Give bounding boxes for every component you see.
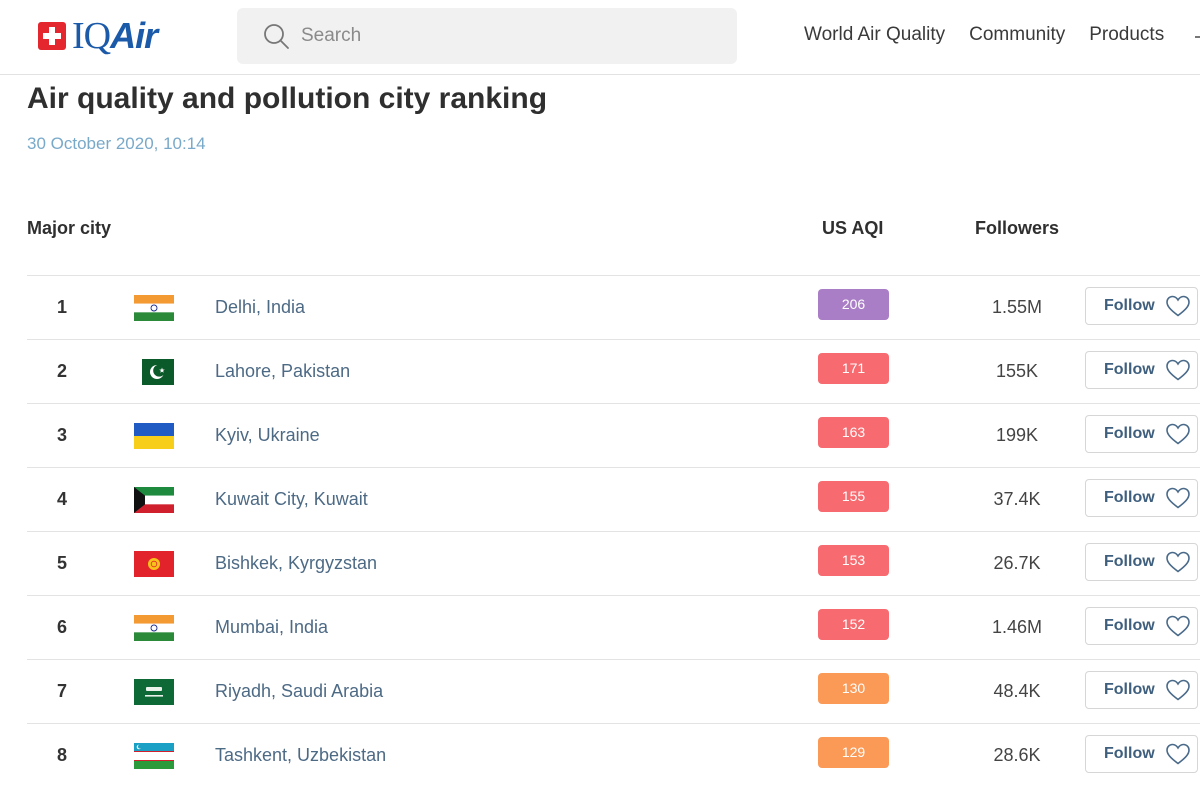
aqi-badge: 129 <box>818 737 889 768</box>
aqi-badge: 163 <box>818 417 889 448</box>
follow-button[interactable]: Follow <box>1085 351 1198 389</box>
top-navigation-bar: IQAir World Air Quality Community Produc… <box>0 0 1200 75</box>
table-row: 3 Kyiv, Ukraine 163 199K Follow <box>27 403 1200 467</box>
aqi-badge: 206 <box>818 289 889 320</box>
follow-label: Follow <box>1104 361 1155 378</box>
logo-text-iq: IQ <box>72 15 111 57</box>
heart-icon <box>1165 295 1190 317</box>
follow-label: Follow <box>1104 745 1155 762</box>
iqair-logo[interactable]: IQ Air <box>38 15 158 57</box>
rank-number: 1 <box>56 297 67 317</box>
followers-count: 37.4K <box>993 489 1041 509</box>
follow-button[interactable]: Follow <box>1085 543 1198 581</box>
rank-number: 3 <box>56 425 67 445</box>
rank-number: 8 <box>56 745 67 765</box>
rank-number: 5 <box>56 553 67 573</box>
heart-icon <box>1165 615 1190 637</box>
heart-icon <box>1165 423 1190 445</box>
search-box[interactable] <box>237 8 737 64</box>
heart-icon <box>1165 487 1190 509</box>
aqi-badge: 130 <box>818 673 889 704</box>
rank-number: 6 <box>56 617 67 637</box>
followers-count: 1.46M <box>991 617 1043 637</box>
heart-icon <box>1165 743 1190 765</box>
follow-button[interactable]: Follow <box>1085 607 1198 645</box>
table-row: 4 Kuwait City, Kuwait 155 37.4K Follow <box>27 467 1200 531</box>
follow-button[interactable]: Follow <box>1085 479 1198 517</box>
table-row: 2 Lahore, Pakistan 171 155K Follow <box>27 339 1200 403</box>
follow-label: Follow <box>1104 553 1155 570</box>
heart-icon <box>1165 679 1190 701</box>
logo-text-air: Air <box>110 15 158 56</box>
city-link[interactable]: Tashkent, Uzbekistan <box>215 745 386 766</box>
followers-count: 1.55M <box>991 297 1043 317</box>
india-flag-icon <box>134 295 174 321</box>
india-flag-icon <box>134 615 174 641</box>
city-link[interactable]: Kyiv, Ukraine <box>215 425 320 446</box>
ukraine-flag-icon <box>134 423 174 449</box>
search-icon <box>264 24 289 49</box>
heart-icon <box>1165 551 1190 573</box>
follow-button[interactable]: Follow <box>1085 735 1198 773</box>
table-row: 5 Bishkek, Kyrgyzstan 153 26.7K Follow <box>27 531 1200 595</box>
column-header-us-aqi[interactable]: US AQI <box>822 218 883 239</box>
aqi-badge: 171 <box>818 353 889 384</box>
pakistan-flag-icon <box>134 359 174 385</box>
followers-count: 28.6K <box>993 745 1041 765</box>
follow-label: Follow <box>1104 297 1155 314</box>
city-link[interactable]: Lahore, Pakistan <box>215 361 350 382</box>
city-link[interactable]: Riyadh, Saudi Arabia <box>215 681 383 702</box>
table-row: 6 Mumbai, India 152 1.46M Follow <box>27 595 1200 659</box>
ranking-timestamp: 30 October 2020, 10:14 <box>27 134 206 153</box>
follow-label: Follow <box>1104 489 1155 506</box>
aqi-badge: 153 <box>818 545 889 576</box>
follow-button[interactable]: Follow <box>1085 415 1198 453</box>
column-header-followers[interactable]: Followers <box>975 218 1059 239</box>
main-nav: World Air Quality Community Products <box>804 24 1188 46</box>
table-row: 8 Tashkent, Uzbekistan 129 28.6K Follow <box>27 723 1200 787</box>
page-title: Air quality and pollution city ranking <box>27 82 548 115</box>
ranking-table: 1 Delhi, India 206 1.55M Follow 2 Lahore… <box>27 275 1200 787</box>
rank-number: 7 <box>56 681 67 701</box>
aqi-badge: 155 <box>818 481 889 512</box>
table-row: 7 Riyadh, Saudi Arabia 130 48.4K Follow <box>27 659 1200 723</box>
uzbekistan-flag-icon <box>134 743 174 769</box>
city-link[interactable]: Delhi, India <box>215 297 305 318</box>
rank-number: 4 <box>56 489 67 509</box>
column-header-city: Major city <box>27 218 112 238</box>
kyrgyzstan-flag-icon <box>134 551 174 577</box>
nav-products[interactable]: Products <box>1089 24 1164 46</box>
table-row: 1 Delhi, India 206 1.55M Follow <box>27 275 1200 339</box>
rank-number: 2 <box>56 361 67 381</box>
follow-button[interactable]: Follow <box>1085 287 1198 325</box>
saudi-arabia-flag-icon <box>134 679 174 705</box>
heart-icon <box>1165 359 1190 381</box>
follow-label: Follow <box>1104 425 1155 442</box>
nav-community[interactable]: Community <box>969 24 1065 46</box>
aqi-badge: 152 <box>818 609 889 640</box>
followers-count: 48.4K <box>993 681 1041 701</box>
followers-count: 26.7K <box>993 553 1041 573</box>
nav-overflow-icon[interactable] <box>1194 28 1200 46</box>
city-link[interactable]: Mumbai, India <box>215 617 328 638</box>
followers-count: 155K <box>995 361 1039 381</box>
swiss-flag-icon <box>38 22 66 50</box>
follow-label: Follow <box>1104 617 1155 634</box>
city-link[interactable]: Kuwait City, Kuwait <box>215 489 368 510</box>
followers-count: 199K <box>995 425 1039 445</box>
search-input[interactable] <box>299 24 703 48</box>
follow-label: Follow <box>1104 681 1155 698</box>
kuwait-flag-icon <box>134 487 174 513</box>
city-link[interactable]: Bishkek, Kyrgyzstan <box>215 553 377 574</box>
nav-world-air-quality[interactable]: World Air Quality <box>804 24 945 46</box>
follow-button[interactable]: Follow <box>1085 671 1198 709</box>
